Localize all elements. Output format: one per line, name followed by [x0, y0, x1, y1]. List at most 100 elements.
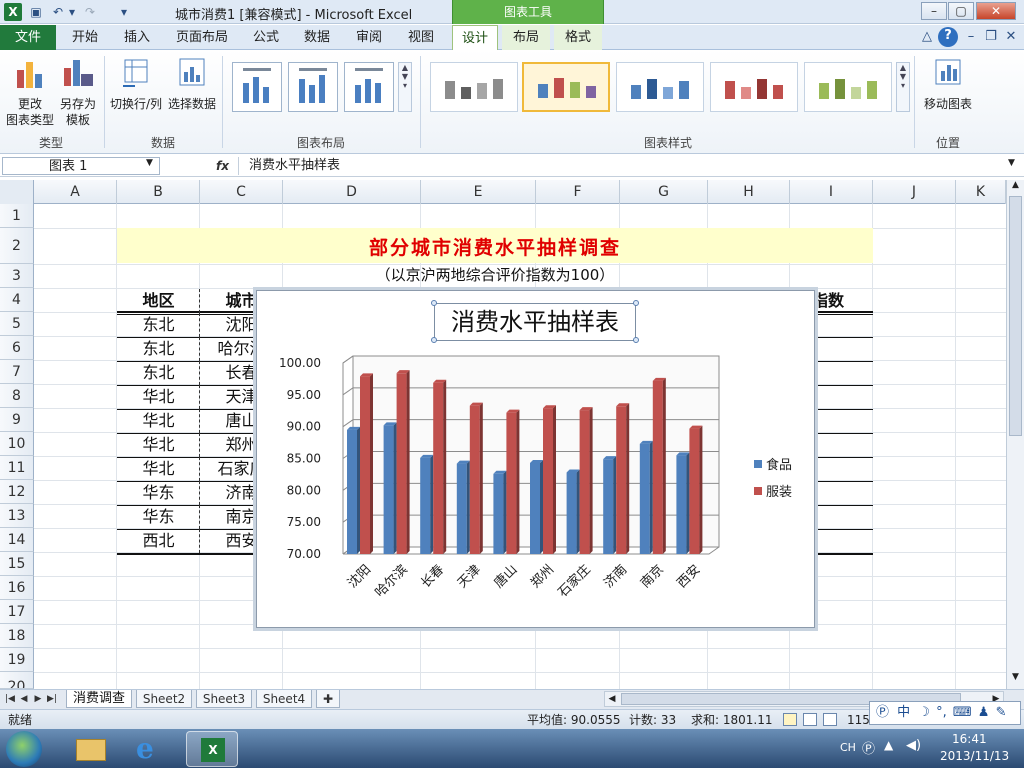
cell-region[interactable]: 华北 — [117, 433, 200, 457]
tab-review[interactable]: 审阅 — [346, 25, 392, 50]
tab-view[interactable]: 视图 — [398, 25, 444, 50]
chart-layout-2[interactable] — [288, 62, 338, 112]
layout-gallery-scroll[interactable]: ▲ ▼ ▾ — [398, 62, 412, 112]
workbook-minimize-icon[interactable]: – — [962, 28, 980, 46]
expand-formula-bar-icon[interactable]: ▼ — [1008, 158, 1015, 168]
cell-region[interactable]: 东北 — [117, 361, 200, 385]
collapse-ribbon-icon[interactable]: △ — [918, 28, 936, 46]
customize-toolbar-icon[interactable]: ▾ — [116, 4, 132, 20]
ime-tools-icon[interactable]: ✎ — [996, 705, 1007, 720]
row-header[interactable]: 1 — [0, 204, 34, 228]
row-header[interactable]: 2 — [0, 228, 34, 264]
sheet-tab-sheet2[interactable]: Sheet2 — [136, 690, 192, 708]
tray-ime-icon[interactable]: Ⓟ — [862, 738, 875, 757]
chart-style-gray[interactable] — [430, 62, 518, 112]
name-box[interactable]: 图表 1 — [2, 157, 160, 175]
scroll-up-icon[interactable]: ▲ — [1007, 180, 1024, 194]
chart-style-multicolor[interactable] — [522, 62, 610, 112]
page-break-view-icon[interactable] — [823, 713, 837, 726]
column-header-d[interactable]: D — [283, 180, 421, 204]
row-header[interactable]: 20 — [0, 672, 34, 689]
column-header-b[interactable]: B — [117, 180, 200, 204]
row-header[interactable]: 9 — [0, 408, 34, 432]
excel-app-icon[interactable]: X — [4, 3, 22, 21]
column-header-j[interactable]: J — [873, 180, 956, 204]
select-all-corner[interactable] — [0, 180, 34, 204]
volume-icon[interactable]: ◀) — [906, 738, 921, 753]
row-header[interactable]: 15 — [0, 552, 34, 576]
column-header-f[interactable]: F — [536, 180, 620, 204]
tab-layout[interactable]: 布局 — [502, 25, 550, 50]
prev-sheet-icon[interactable]: ◀ — [18, 692, 30, 706]
row-header[interactable]: 3 — [0, 264, 34, 288]
row-header[interactable]: 8 — [0, 384, 34, 408]
clock-date[interactable]: 2013/11/13 — [940, 749, 1009, 763]
ime-keyboard-icon[interactable]: ⌨ — [953, 705, 972, 720]
ie-taskbar-button[interactable]: e — [124, 731, 176, 767]
column-header-a[interactable]: A — [34, 180, 117, 204]
clock-time[interactable]: 16:41 — [952, 732, 987, 746]
row-header[interactable]: 6 — [0, 336, 34, 360]
ime-moon-icon[interactable]: ☽ — [918, 705, 930, 720]
zoom-level[interactable]: 115 — [847, 710, 870, 730]
tray-expand-icon[interactable]: ▲ — [884, 738, 893, 752]
workbook-close-icon[interactable]: ✕ — [1002, 28, 1020, 46]
column-header-c[interactable]: C — [200, 180, 283, 204]
row-header[interactable]: 10 — [0, 432, 34, 456]
ime-toolbar[interactable]: Ⓟ 中 ☽ °, ⌨ ♟ ✎ — [869, 701, 1021, 725]
row-header[interactable]: 11 — [0, 456, 34, 480]
help-icon[interactable]: ? — [938, 27, 958, 47]
close-button[interactable]: ✕ — [976, 2, 1016, 20]
tab-design[interactable]: 设计 — [452, 25, 498, 50]
start-button[interactable] — [6, 731, 42, 767]
column-header-h[interactable]: H — [708, 180, 790, 204]
tab-file[interactable]: 文件 — [0, 25, 56, 50]
sheet-subtitle[interactable]: （以京沪两地综合评价指数为100） — [117, 264, 873, 285]
ime-logo-icon[interactable]: Ⓟ — [876, 705, 889, 720]
select-data-button[interactable]: 选择数据 — [166, 56, 218, 112]
tab-home[interactable]: 开始 — [60, 25, 110, 50]
cell-region[interactable]: 华东 — [117, 481, 200, 505]
tab-data[interactable]: 数据 — [294, 25, 340, 50]
scroll-down-icon[interactable]: ▼ — [1007, 672, 1024, 686]
cell-region[interactable]: 华北 — [117, 409, 200, 433]
tab-format[interactable]: 格式 — [554, 25, 602, 50]
sheet-tab-sheet3[interactable]: Sheet3 — [196, 690, 252, 708]
change-chart-type-button[interactable]: 更改 图表类型 — [4, 56, 56, 128]
chart-layout-1[interactable] — [232, 62, 282, 112]
chart-object[interactable]: 消费水平抽样表 70.00 75.00 80.00 85.00 90.00 95.00 10… — [256, 290, 815, 628]
chart-style-blue[interactable] — [616, 62, 704, 112]
switch-row-column-button[interactable]: 切换行/列 — [108, 56, 164, 112]
undo-dropdown-icon[interactable]: ▾ — [64, 4, 80, 20]
header-region[interactable]: 地区 — [117, 289, 200, 313]
column-header-k[interactable]: K — [956, 180, 1006, 204]
insert-sheet-icon[interactable]: ✚ — [316, 690, 340, 708]
formula-input[interactable]: 消费水平抽样表 — [238, 157, 1008, 175]
move-chart-button[interactable]: 移动图表 — [920, 56, 976, 112]
first-sheet-icon[interactable]: |◀ — [4, 692, 16, 706]
save-icon[interactable]: ▣ — [28, 4, 44, 20]
tab-formulas[interactable]: 公式 — [244, 25, 288, 50]
row-header[interactable]: 16 — [0, 576, 34, 600]
cell-region[interactable]: 东北 — [117, 313, 200, 337]
ime-user-icon[interactable]: ♟ — [978, 705, 990, 720]
cell-region[interactable]: 西北 — [117, 529, 200, 553]
row-header[interactable]: 17 — [0, 600, 34, 624]
cell-region[interactable]: 华北 — [117, 457, 200, 481]
tab-page-layout[interactable]: 页面布局 — [166, 25, 238, 50]
workbook-restore-icon[interactable]: ❐ — [982, 28, 1000, 46]
column-header-g[interactable]: G — [620, 180, 708, 204]
minimize-button[interactable]: – — [921, 2, 947, 20]
row-header[interactable]: 14 — [0, 528, 34, 552]
chart-layout-3[interactable] — [344, 62, 394, 112]
chart-style-green[interactable] — [804, 62, 892, 112]
sheet-title[interactable]: 部分城市消费水平抽样调查 — [117, 233, 873, 260]
scroll-left-icon[interactable]: ◀ — [605, 692, 619, 706]
save-as-template-button[interactable]: 另存为 模板 — [56, 56, 100, 128]
row-header[interactable]: 19 — [0, 648, 34, 672]
redo-icon[interactable]: ↷ — [82, 4, 98, 20]
next-sheet-icon[interactable]: ▶ — [32, 692, 44, 706]
scroll-thumb[interactable] — [1009, 196, 1022, 436]
row-header[interactable]: 13 — [0, 504, 34, 528]
column-header-e[interactable]: E — [421, 180, 536, 204]
